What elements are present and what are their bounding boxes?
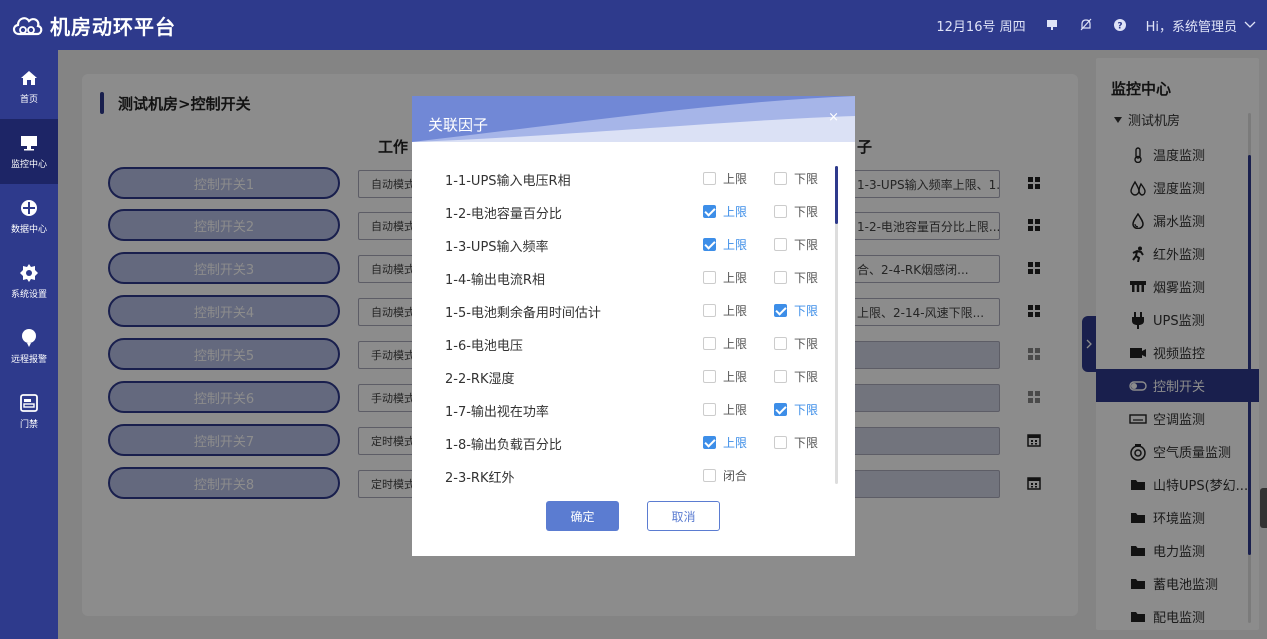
nav-item-alarm[interactable]: 远程报警 (0, 314, 58, 379)
upper-label: 上限 (723, 271, 748, 285)
nav-item-door[interactable]: 门禁 (0, 379, 58, 444)
list-item: 1-8-输出负载百分比 上限 下限 (412, 426, 855, 459)
date-text: 12月16号 周四 (936, 19, 1026, 35)
factor-name: 1-4-输出电流R相 (445, 273, 545, 288)
left-nav: 首页 监控中心 数据中心 系统设置 远程报警 门禁 (0, 50, 58, 639)
confirm-button[interactable]: 确定 (546, 501, 619, 531)
list-item: 1-4-输出电流R相 上限 下限 (412, 261, 855, 294)
side-widget-handle[interactable] (1260, 488, 1267, 528)
alarm-icon (22, 329, 36, 347)
upper-checkbox[interactable] (703, 370, 716, 383)
lower-checkbox[interactable] (774, 370, 787, 383)
home-icon (21, 71, 37, 85)
upper-label: 上限 (723, 238, 748, 252)
factor-name: 1-7-输出视在功率 (445, 405, 549, 420)
nav-item-monitor[interactable]: 监控中心 (0, 119, 58, 184)
svg-text:?: ? (1117, 22, 1122, 32)
upper-label: 上限 (723, 205, 748, 219)
monitor-icon (21, 136, 37, 151)
factor-name: 2-2-RK湿度 (445, 372, 515, 387)
upper-label: 上限 (723, 172, 748, 186)
dialog-title: 关联因子 (428, 116, 489, 134)
top-header: 机房动环平台 12月16号 周四 ? Hi，系统管理员 (0, 0, 1267, 50)
factor-name: 1-1-UPS输入电压R相 (445, 174, 571, 189)
lower-checkbox[interactable] (774, 205, 787, 218)
lower-label: 下限 (794, 337, 819, 351)
logo: 机房动环平台 (0, 10, 176, 40)
upper-label: 上限 (723, 403, 748, 417)
lower-label: 下限 (794, 436, 819, 450)
upper-checkbox[interactable] (703, 205, 716, 218)
lower-label: 下限 (794, 205, 819, 219)
nav-item-home[interactable]: 首页 (0, 54, 58, 119)
lower-label: 下限 (794, 403, 819, 417)
factor-name: 1-3-UPS输入频率 (445, 240, 549, 255)
door-icon (20, 394, 38, 412)
lower-checkbox[interactable] (774, 337, 787, 350)
user-greeting: Hi，系统管理员 (1145, 19, 1237, 35)
factor-name: 1-6-电池电压 (445, 339, 523, 354)
lower-label: 下限 (794, 304, 819, 318)
factor-name: 1-8-输出负载百分比 (445, 438, 562, 453)
upper-checkbox[interactable] (703, 304, 716, 317)
upper-label: 上限 (723, 337, 748, 351)
list-item: 2-3-RK红外 闭合 (412, 459, 855, 484)
list-item: 1-3-UPS输入频率 上限 下限 (412, 228, 855, 261)
nav-item-data[interactable]: 数据中心 (0, 184, 58, 249)
factor-name: 2-3-RK红外 (445, 471, 515, 484)
list-item: 1-1-UPS输入电压R相 上限 下限 (412, 162, 855, 195)
list-item: 2-2-RK湿度 上限 下限 (412, 360, 855, 393)
screen-icon[interactable] (1044, 17, 1060, 33)
user-menu[interactable]: Hi，系统管理员 (1146, 16, 1257, 35)
upper-label: 上限 (723, 304, 748, 318)
upper-checkbox[interactable] (703, 271, 716, 284)
upper-label: 上限 (723, 370, 748, 384)
list-item: 1-6-电池电压 上限 下限 (412, 327, 855, 360)
associated-factor-dialog: 关联因子 × 1-1-UPS输入电压R相 上限 下限 1-2-电池容量百分比 上… (412, 96, 855, 556)
upper-checkbox[interactable] (703, 238, 716, 251)
bell-off-icon[interactable] (1078, 17, 1094, 33)
cancel-button[interactable]: 取消 (647, 501, 720, 531)
help-icon[interactable]: ? (1112, 17, 1128, 33)
upper-checkbox[interactable] (703, 337, 716, 350)
list-item: 1-2-电池容量百分比 上限 下限 (412, 195, 855, 228)
list-item: 1-5-电池剩余备用时间估计 上限 下限 (412, 294, 855, 327)
upper-checkbox[interactable] (703, 403, 716, 416)
upper-label: 上限 (723, 436, 748, 450)
data-icon (21, 200, 37, 216)
lower-label: 下限 (794, 172, 819, 186)
gear-icon (20, 264, 38, 282)
nav-item-settings[interactable]: 系统设置 (0, 249, 58, 314)
dialog-scrollbar-thumb[interactable] (835, 166, 838, 224)
lower-checkbox[interactable] (774, 172, 787, 185)
upper-checkbox[interactable] (703, 172, 716, 185)
factor-name: 1-5-电池剩余备用时间估计 (445, 306, 601, 321)
chevron-down-icon (1244, 21, 1256, 28)
factor-name: 1-2-电池容量百分比 (445, 207, 562, 222)
factor-list: 1-1-UPS输入电压R相 上限 下限 1-2-电池容量百分比 上限 下限 1-… (412, 162, 855, 484)
closed-checkbox[interactable] (703, 469, 716, 482)
lower-checkbox[interactable] (774, 304, 787, 317)
list-item: 1-7-输出视在功率 上限 下限 (412, 393, 855, 426)
lower-checkbox[interactable] (774, 271, 787, 284)
lower-label: 下限 (794, 370, 819, 384)
lower-label: 下限 (794, 238, 819, 252)
lower-checkbox[interactable] (774, 238, 787, 251)
closed-label: 闭合 (723, 469, 748, 483)
cloud-logo-icon (12, 17, 43, 36)
app-title: 机房动环平台 (50, 14, 176, 39)
lower-label: 下限 (794, 271, 819, 285)
close-icon[interactable]: × (828, 110, 839, 125)
lower-checkbox[interactable] (774, 436, 787, 449)
upper-checkbox[interactable] (703, 436, 716, 449)
lower-checkbox[interactable] (774, 403, 787, 416)
